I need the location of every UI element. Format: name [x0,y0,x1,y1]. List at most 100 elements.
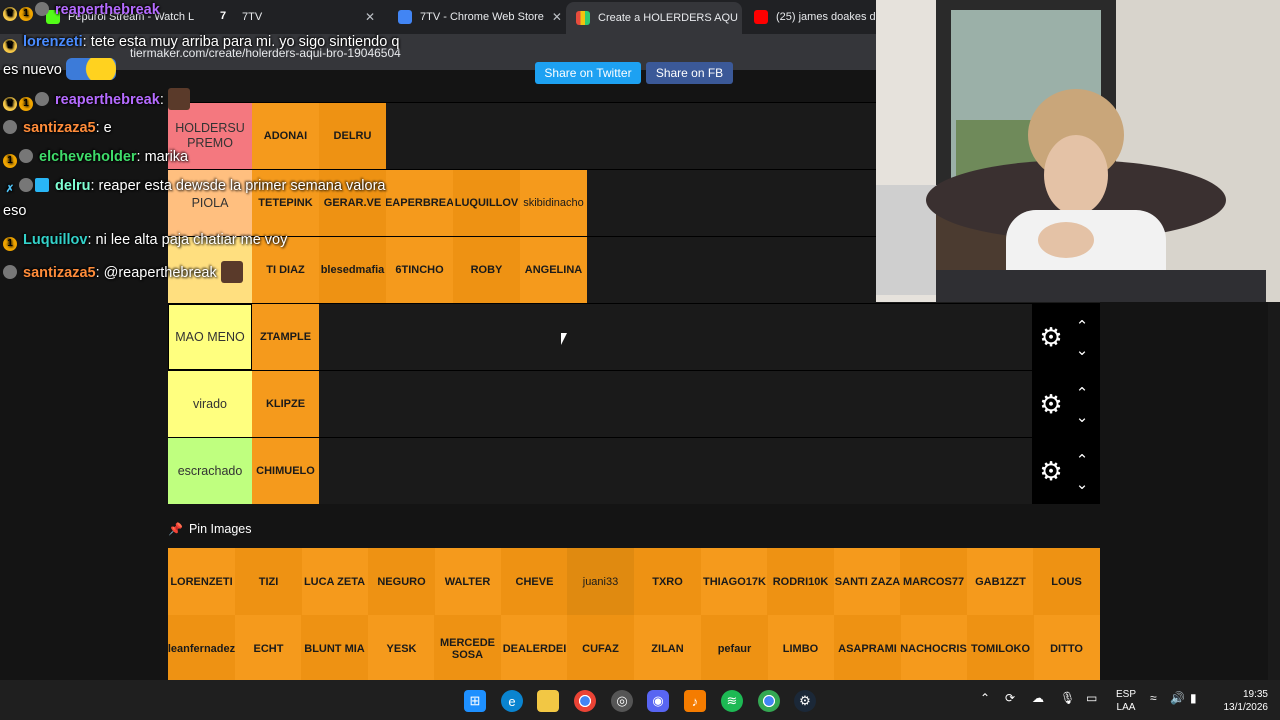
pool-item[interactable]: WALTER [434,548,501,615]
sync-icon[interactable]: ⟳ [1005,692,1015,705]
chat-username[interactable]: reaperthebreak [55,2,160,18]
tier-item[interactable]: LUQUILLOV [453,170,520,236]
windows-start-icon[interactable]: ⊞ [464,690,486,712]
clock[interactable]: 19:35 13/1/2026 [1210,688,1269,714]
pool-item[interactable]: pefaur [701,615,768,682]
chrome-icon[interactable] [574,690,596,712]
language-indicator[interactable]: ESP LAA [1112,688,1140,714]
pool-item[interactable]: TXRO [634,548,701,615]
gear-icon[interactable]: ⚙ [1038,391,1064,417]
pool-item[interactable]: LORENZETI [168,548,235,615]
chat-text: : reaper esta dewsde la primer semana va… [90,178,386,194]
tier-label[interactable]: virado [168,371,252,437]
chat-username[interactable]: reaperthebreak [55,92,160,108]
pool-item[interactable]: THIAGO17K [701,548,768,615]
file-explorer-icon[interactable] [537,690,559,712]
tab-youtube[interactable]: (25) james doakes dexte [744,4,876,30]
fl-studio-icon[interactable]: ♪ [684,690,706,712]
pool-item[interactable]: leanfernadez [168,615,235,682]
gear-icon[interactable]: ⚙ [1038,458,1064,484]
pool-item[interactable]: NACHOCRIS [900,615,967,682]
share-twitter-button[interactable]: Share on Twitter [535,62,641,84]
pool-item[interactable]: RODRI10K [767,548,834,615]
tab-chrome-web-store[interactable]: 7TV - Chrome Web Store ✕ [388,4,563,30]
pool-item[interactable]: GAB1ZZT [967,548,1034,615]
pool-item[interactable]: DEALERDEI [501,615,568,682]
pool-item[interactable]: ECHT [235,615,302,682]
tier-item[interactable]: CHIMUELO [252,438,319,504]
chat-username[interactable]: delru [55,178,90,194]
pool-item[interactable]: ASAPRAMI [834,615,901,682]
display-icon[interactable]: ▭ [1086,692,1097,705]
chevron-down-icon[interactable]: ⌄ [1072,477,1092,492]
tiermaker-icon [576,11,590,25]
tab-tiermaker[interactable]: Create a HOLERDERS AQU ✕ [566,2,742,34]
pool-item[interactable]: MARCOS77 [900,548,967,615]
pool-item[interactable]: MERCEDE SOSA [434,615,501,682]
chevron-up-icon[interactable]: ⌃ [1072,453,1092,468]
gear-icon[interactable]: ⚙ [1038,324,1064,350]
chevron-down-icon[interactable]: ⌄ [1072,343,1092,358]
cube-icon [35,178,49,192]
chrome-profile-icon[interactable] [758,690,780,712]
pool-item[interactable]: BLUNT MIA [301,615,368,682]
close-icon[interactable]: ✕ [365,10,375,24]
share-fb-button[interactable]: Share on FB [646,62,733,84]
pool-item[interactable]: NEGURO [368,548,435,615]
tier-label[interactable]: escrachado [168,438,252,504]
chevron-down-icon[interactable]: ⌄ [1072,410,1092,425]
pool-item[interactable]: LIMBO [767,615,834,682]
chat-username[interactable]: Luquillov [23,232,87,248]
pool-item[interactable]: CHEVE [501,548,568,615]
pool-item[interactable]: DITTO [1033,615,1100,682]
pool-item[interactable]: juani33 [567,548,634,615]
microphone-icon[interactable]: 🎙 [1060,692,1075,705]
tier-item[interactable]: skibidinacho [520,170,587,236]
pool-item[interactable]: TOMILOKO [967,615,1034,682]
chevron-up-icon[interactable]: ⌃ [1072,319,1092,334]
chat-username[interactable]: santizaza5 [23,265,96,281]
sword-icon: ✗ [5,184,15,195]
wifi-icon[interactable]: ≈ [1150,692,1157,705]
tier-item[interactable]: 6TINCHO [386,237,453,303]
pool-item[interactable]: SANTI ZAZA [834,548,901,615]
tier-item[interactable]: ANGELINA [520,237,587,303]
chevron-up-icon[interactable]: ⌃ [1072,386,1092,401]
pin-images-toggle[interactable]: 📌 Pin Images [168,522,251,536]
tier-item[interactable]: KLIPZE [252,371,319,437]
cloud-icon[interactable]: ☁ [1032,692,1044,705]
tier-item[interactable]: ADONAI [252,103,319,169]
youtube-icon [754,10,768,24]
chat-username[interactable]: lorenzeti [23,34,83,50]
chat-message: ♛ lorenzeti: tete esta muy arriba para m… [3,34,399,53]
tab-title: (25) james doakes dexte [776,11,876,23]
volume-icon[interactable]: 🔊 [1170,692,1185,705]
chat-username[interactable]: elcheveholder [39,149,137,165]
obs-icon[interactable]: ◎ [611,690,633,712]
tier-item[interactable]: REAPERBREAK [386,170,453,236]
steam-icon[interactable]: ⚙ [794,690,816,712]
pool-item[interactable]: LOUS [1033,548,1100,615]
chat-username[interactable]: santizaza5 [23,120,96,136]
tier-item[interactable]: blesedmafia [319,237,386,303]
discord-icon[interactable]: ◉ [647,690,669,712]
pool-item[interactable]: LUCA ZETA [301,548,368,615]
tab-7tv[interactable]: 7 7TV ✕ [210,4,385,30]
pool-item[interactable]: TIZI [235,548,302,615]
pool-item[interactable]: YESK [368,615,435,682]
close-icon[interactable]: ✕ [552,10,562,24]
tier-item[interactable]: ZTAMPLE [252,304,319,370]
language-code: ESP [1115,689,1136,700]
battery-icon[interactable]: ▮ [1190,692,1197,705]
tier-item[interactable]: ROBY [453,237,520,303]
page-scrollbar[interactable] [1268,302,1280,680]
tab-title: 7TV [242,11,263,23]
edge-icon[interactable]: e [501,690,523,712]
tier-controls: ⚙ ⌃ ⌄ [1032,371,1100,437]
pool-item[interactable]: CUFAZ [567,615,634,682]
tier-item[interactable]: DELRU [319,103,386,169]
pool-item[interactable]: ZILAN [634,615,701,682]
chevron-up-icon[interactable]: ⌃ [980,692,990,705]
spotify-icon[interactable]: ≋ [721,690,743,712]
tier-label[interactable]: MAO MENO [168,304,252,370]
